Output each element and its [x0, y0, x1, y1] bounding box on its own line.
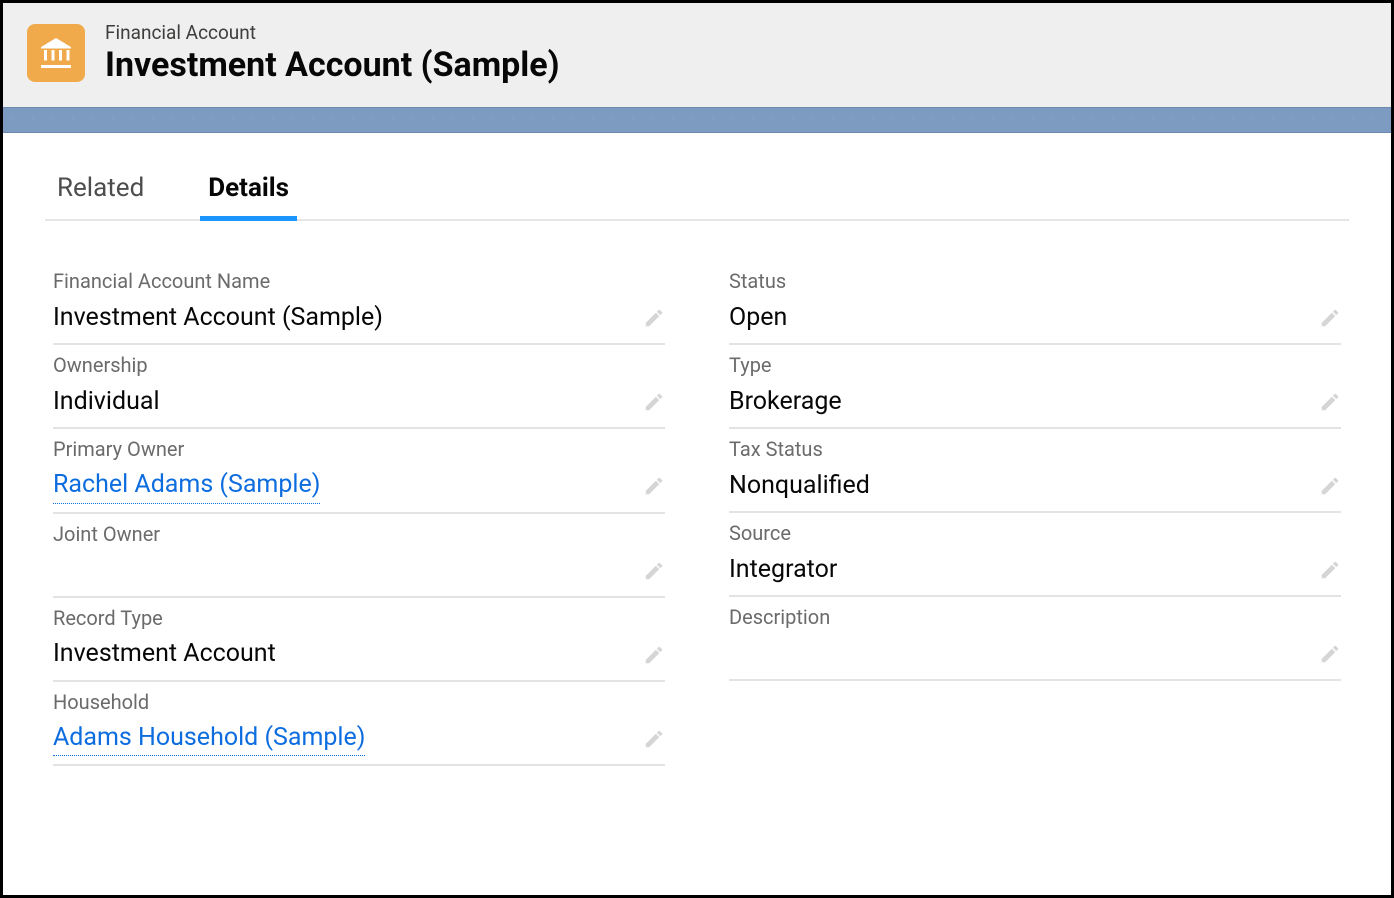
field-label: Record Type	[53, 606, 665, 630]
field-value: Investment Account (Sample)	[53, 302, 383, 335]
field-left-2: Primary Owner Rachel Adams (Sample)	[53, 429, 665, 514]
field-value: Brokerage	[729, 386, 842, 419]
field-value-row: Individual	[53, 385, 665, 419]
field-label: Tax Status	[729, 437, 1341, 461]
field-value: Open	[729, 302, 787, 335]
edit-icon[interactable]	[643, 307, 665, 329]
field-label: Primary Owner	[53, 437, 665, 461]
field-value-row: Adams Household (Sample)	[53, 722, 665, 757]
field-value-row: Open	[729, 301, 1341, 335]
field-right-0: Status Open	[729, 261, 1341, 345]
edit-icon[interactable]	[643, 391, 665, 413]
tab-bar: Related Details	[45, 167, 1349, 221]
field-label: Household	[53, 690, 665, 714]
field-label: Source	[729, 521, 1341, 545]
field-label: Type	[729, 353, 1341, 377]
field-left-5: Household Adams Household (Sample)	[53, 682, 665, 767]
tab-details[interactable]: Details	[204, 167, 293, 219]
edit-icon[interactable]	[643, 475, 665, 497]
record-header: Financial Account Investment Account (Sa…	[3, 3, 1391, 107]
field-value-link[interactable]: Rachel Adams (Sample)	[53, 469, 320, 504]
field-value-row: Integrator	[729, 553, 1341, 587]
tab-related[interactable]: Related	[53, 167, 148, 219]
field-right-3: Source Integrator	[729, 513, 1341, 597]
field-label: Description	[729, 605, 1341, 629]
field-left-0: Financial Account Name Investment Account…	[53, 261, 665, 345]
field-value-row: Investment Account	[53, 638, 665, 672]
field-right-1: Type Brokerage	[729, 345, 1341, 429]
edit-icon[interactable]	[1319, 559, 1341, 581]
record-title: Investment Account (Sample)	[105, 46, 560, 85]
field-label: Joint Owner	[53, 522, 665, 546]
edit-icon[interactable]	[1319, 391, 1341, 413]
edit-icon[interactable]	[643, 644, 665, 666]
field-value: Nonqualified	[729, 470, 870, 503]
field-value: Integrator	[729, 554, 837, 587]
field-value-row: Nonqualified	[729, 469, 1341, 503]
field-value-row: Brokerage	[729, 385, 1341, 419]
edit-icon[interactable]	[1319, 475, 1341, 497]
field-value: Investment Account	[53, 638, 276, 671]
edit-icon[interactable]	[1319, 643, 1341, 665]
financial-account-icon	[27, 24, 85, 82]
edit-icon[interactable]	[643, 560, 665, 582]
field-value-row	[53, 554, 665, 588]
field-left-3: Joint Owner	[53, 514, 665, 598]
edit-icon[interactable]	[643, 728, 665, 750]
edit-icon[interactable]	[1319, 307, 1341, 329]
field-value-link[interactable]: Adams Household (Sample)	[53, 722, 365, 757]
field-value: Individual	[53, 386, 160, 419]
field-right-2: Tax Status Nonqualified	[729, 429, 1341, 513]
field-label: Status	[729, 269, 1341, 293]
details-panel: Financial Account Name Investment Account…	[45, 221, 1349, 766]
object-label: Financial Account	[105, 21, 560, 44]
decorative-band	[3, 107, 1391, 133]
field-right-4: Description	[729, 597, 1341, 681]
field-value-row: Investment Account (Sample)	[53, 301, 665, 335]
field-value-row	[729, 637, 1341, 671]
field-left-1: Ownership Individual	[53, 345, 665, 429]
field-left-4: Record Type Investment Account	[53, 598, 665, 682]
field-value-row: Rachel Adams (Sample)	[53, 469, 665, 504]
field-label: Financial Account Name	[53, 269, 665, 293]
field-label: Ownership	[53, 353, 665, 377]
